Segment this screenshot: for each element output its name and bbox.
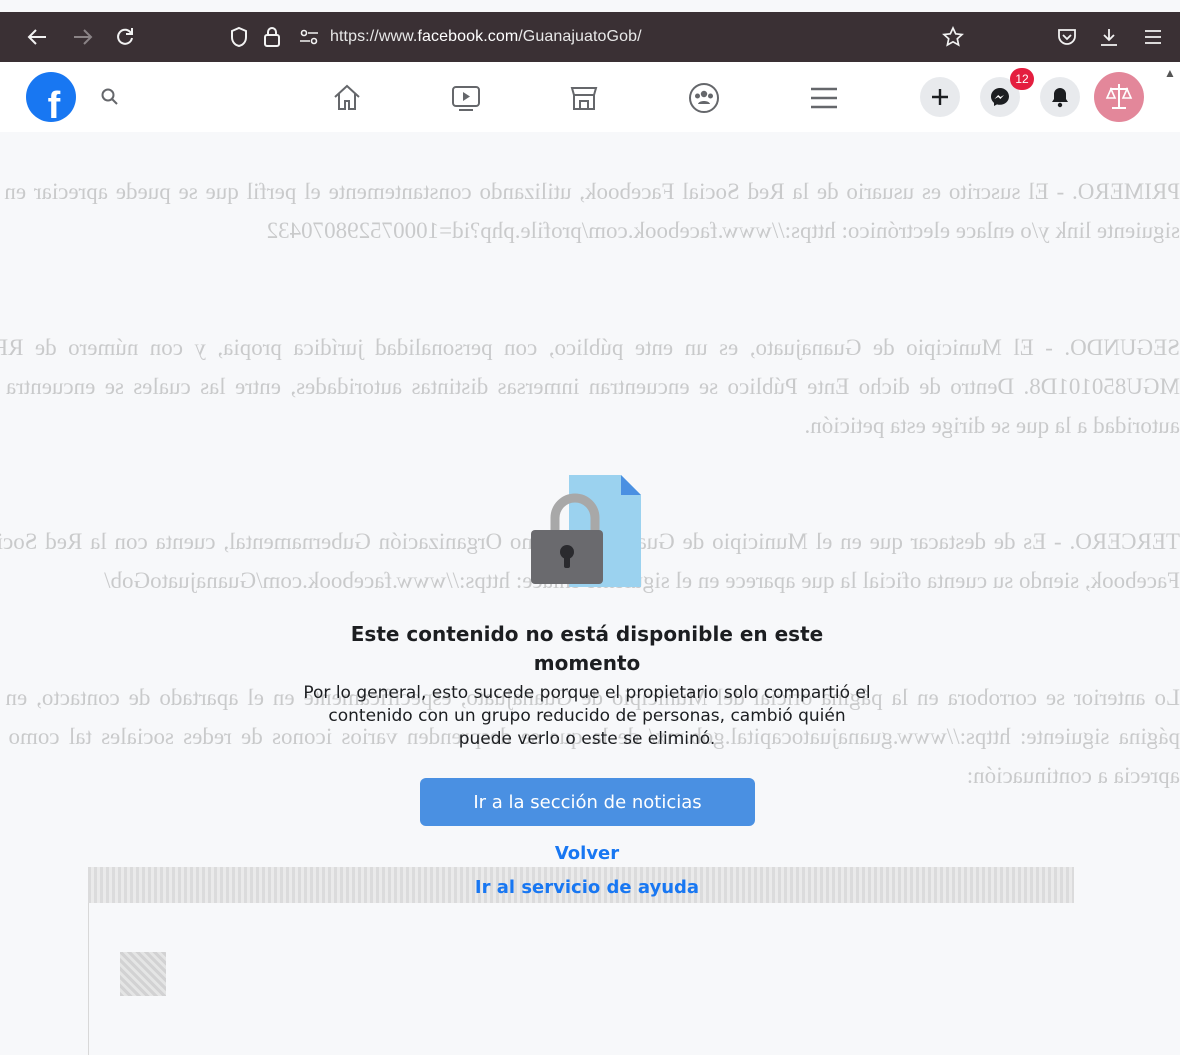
document-thumbnail xyxy=(120,952,166,996)
notifications-bell-icon[interactable] xyxy=(1040,77,1080,117)
document-paragraph-2: SEGUNDO. - El Municipio de Guanajuato, e… xyxy=(0,328,1180,445)
notification-badge: 12 xyxy=(1010,68,1034,90)
menu-bookmarks-icon[interactable] xyxy=(802,78,846,118)
scanned-document-background: PRIMERO. - El suscrito es usuario de la … xyxy=(0,132,1180,1055)
url-path: /GuanajuatoGob/ xyxy=(518,28,642,45)
help-center-link[interactable]: Ir al servicio de ayuda xyxy=(300,877,874,898)
go-to-news-feed-button[interactable]: Ir a la sección de noticias xyxy=(420,778,755,826)
avatar[interactable] xyxy=(1094,72,1144,122)
watch-video-icon[interactable] xyxy=(444,78,488,118)
locked-content-icon xyxy=(531,475,641,587)
url-domain: facebook.com xyxy=(417,28,519,45)
url-prefix: https://www. xyxy=(330,28,418,45)
search-icon[interactable] xyxy=(96,82,124,112)
forward-arrow-icon[interactable] xyxy=(68,12,98,62)
permissions-icon[interactable] xyxy=(296,12,322,62)
bookmark-star-icon[interactable] xyxy=(940,12,966,62)
paragraph-text: SEGUNDO. - El Municipio de Guanajuato, e… xyxy=(0,335,1180,438)
unavailable-description: Por lo general, esto sucede porque el pr… xyxy=(303,683,871,749)
create-plus-button[interactable] xyxy=(920,77,960,117)
scrollbar-up-arrow[interactable]: ▲ xyxy=(1164,66,1176,80)
facebook-logo[interactable]: f xyxy=(26,72,76,122)
menu-icon[interactable] xyxy=(1140,12,1166,62)
marketplace-icon[interactable] xyxy=(562,78,606,118)
back-arrow-icon[interactable] xyxy=(22,12,52,62)
document-frame xyxy=(88,903,1075,1055)
browser-toolbar: https://www.facebook.com/GuanajuatoGob/ xyxy=(0,12,1180,62)
unavailable-title: Este contenido no está disponible en est… xyxy=(350,622,824,675)
document-paragraph-1: PRIMERO. - El suscrito es usuario de la … xyxy=(0,172,1180,250)
facebook-header: f xyxy=(0,62,1180,132)
shield-icon[interactable] xyxy=(226,12,252,62)
paragraph-text: PRIMERO. - El suscrito es usuario de la … xyxy=(0,179,1180,243)
download-icon[interactable] xyxy=(1096,12,1122,62)
reload-icon[interactable] xyxy=(110,12,140,62)
scales-of-justice-icon xyxy=(1105,84,1133,109)
groups-icon[interactable] xyxy=(682,78,726,118)
back-link[interactable]: Volver xyxy=(300,843,874,864)
home-icon[interactable] xyxy=(326,78,368,118)
address-bar[interactable]: https://www.facebook.com/GuanajuatoGob/ xyxy=(330,12,642,62)
pocket-icon[interactable] xyxy=(1054,12,1080,62)
logo-letter: f xyxy=(47,85,61,122)
lock-icon[interactable] xyxy=(260,12,284,62)
